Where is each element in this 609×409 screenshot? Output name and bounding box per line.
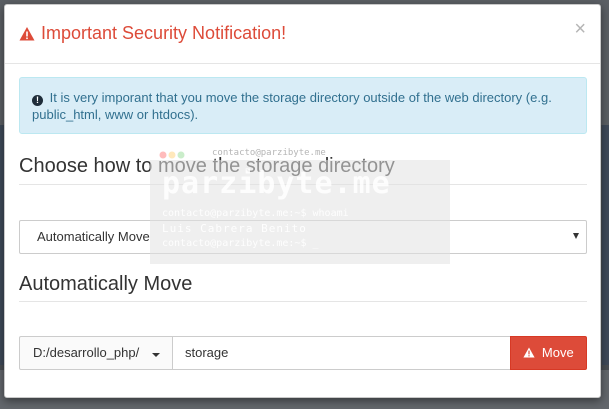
info-circle-icon: ! — [32, 95, 43, 106]
info-alert-text: It is very imporant that you move the st… — [32, 90, 552, 122]
move-method-selected-value: Automatically Move — [37, 229, 150, 244]
warning-icon — [19, 26, 35, 40]
background-sidebar-right — [602, 125, 609, 365]
caret-down-icon — [152, 353, 160, 357]
modal-title-text: Important Security Notification! — [41, 23, 287, 43]
directory-dropdown-label: D:/desarrollo_php/ — [33, 345, 140, 360]
info-alert: ! It is very imporant that you move the … — [19, 77, 587, 134]
directory-dropdown-button[interactable]: D:/desarrollo_php/ — [19, 336, 173, 370]
modal-title: Important Security Notification! — [19, 23, 286, 44]
divider — [19, 301, 587, 302]
move-input-group: D:/desarrollo_php/ storage Move — [19, 336, 587, 370]
close-button[interactable]: × — [574, 19, 586, 39]
storage-directory-value: storage — [185, 345, 229, 360]
move-button[interactable]: Move — [510, 336, 587, 370]
select-caret-icon — [573, 233, 579, 239]
warning-icon — [523, 347, 535, 358]
move-method-select[interactable]: Automatically Move — [19, 220, 587, 254]
move-button-label: Move — [541, 345, 574, 360]
modal-header: Important Security Notification! × — [5, 5, 600, 64]
choose-method-heading: Choose how to move the storage directory — [19, 155, 395, 177]
divider — [19, 184, 587, 185]
security-notification-modal: Important Security Notification! × ! It … — [4, 4, 601, 398]
storage-directory-input[interactable]: storage — [172, 336, 511, 370]
automatically-move-heading: Automatically Move — [19, 273, 193, 295]
